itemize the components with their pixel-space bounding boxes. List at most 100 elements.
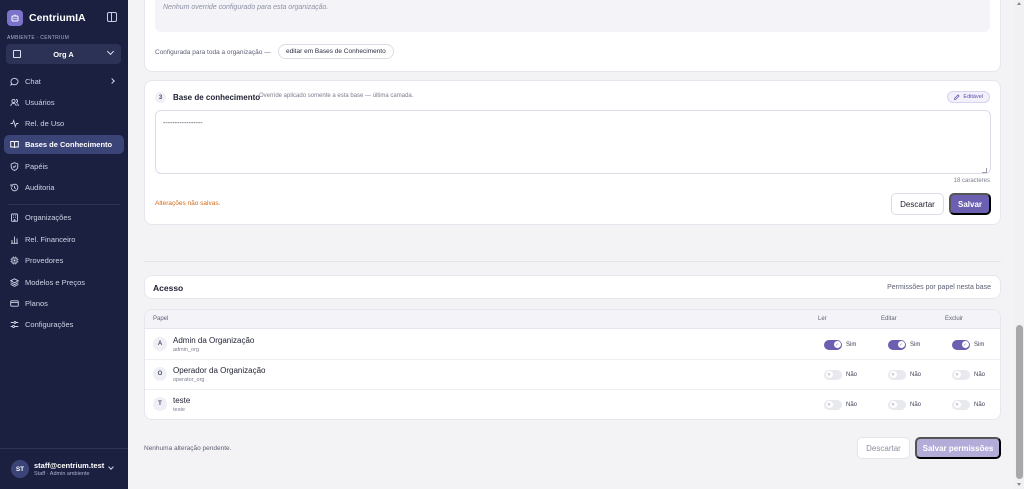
column-header-role: Papel — [153, 316, 169, 322]
delete-permission: ✕ Não — [952, 399, 985, 410]
check-icon: ✓ — [961, 341, 969, 348]
sidebar-item-label: Configurações — [25, 320, 74, 329]
org-selector[interactable]: Org A — [6, 44, 121, 64]
table-row: O Operador da Organização operator_org ✕… — [145, 360, 1000, 390]
chat-icon — [10, 77, 19, 86]
column-header-delete: Excluir — [945, 316, 964, 322]
sliders-icon — [10, 320, 19, 329]
role-code: operator_org — [173, 377, 205, 383]
permissions-table: Papel Ler Editar Excluir A Admin da Orga… — [144, 309, 1001, 420]
org-override-card: Nenhum override configurado para esta or… — [144, 0, 1001, 72]
check-icon: ✓ — [897, 341, 905, 348]
role-name: teste — [173, 396, 191, 405]
role-name: Operador da Organização — [173, 366, 266, 375]
delete-permission: ✕ Não — [952, 369, 985, 380]
sidebar-collapse-icon[interactable] — [107, 12, 117, 22]
edit-knowledge-bases-link[interactable]: editar em Bases de Conhecimento — [278, 44, 394, 59]
book-icon — [10, 140, 19, 149]
avatar: ST — [11, 460, 29, 478]
table-row: T teste teste ✕ Não ✕ Não ✕ Não — [145, 390, 1000, 419]
char-count: 18 caracteres — [953, 178, 990, 184]
discard-permissions-button[interactable]: Descartar — [857, 437, 910, 459]
read-permission: ✕ Não — [824, 369, 857, 380]
credit-card-icon — [10, 299, 19, 308]
read-toggle[interactable]: ✕ — [824, 399, 842, 410]
users-icon — [10, 98, 19, 107]
edit-toggle-label: Sim — [910, 341, 921, 348]
save-permissions-button[interactable]: Salvar permissões — [915, 437, 1001, 459]
column-header-read: Ler — [818, 316, 827, 322]
read-toggle[interactable]: ✓ — [824, 339, 842, 350]
org-selector-value: Org A — [53, 49, 74, 59]
sidebar-item-financial-report[interactable]: Rel. Financeiro — [4, 230, 124, 249]
x-icon: ✕ — [889, 371, 897, 378]
page-scrollbar[interactable] — [1015, 0, 1024, 489]
role-code: teste — [173, 407, 185, 413]
column-header-edit: Editar — [881, 316, 897, 322]
read-toggle[interactable]: ✕ — [824, 369, 842, 380]
edit-toggle-label: Não — [910, 401, 922, 408]
scrollbar-thumb[interactable] — [1016, 325, 1023, 479]
sidebar-item-label: Papéis — [25, 162, 48, 171]
scroll-up-arrow-icon[interactable] — [1017, 2, 1021, 5]
delete-permission: ✓ Sim — [952, 339, 984, 350]
edit-toggle[interactable]: ✕ — [888, 369, 906, 380]
org-configured-text: Configurada para toda a organização — — [155, 49, 271, 56]
scroll-down-arrow-icon[interactable] — [1017, 483, 1021, 486]
user-role: Staff · Admin ambiente — [34, 471, 90, 477]
building-icon — [13, 50, 21, 58]
sidebar-item-plans[interactable]: Planos — [4, 294, 124, 313]
sidebar-item-label: Planos — [25, 299, 48, 308]
sidebar-item-label: Auditoria — [25, 183, 55, 192]
role-code: admin_org — [173, 347, 199, 353]
sidebar-item-organizations[interactable]: Organizações — [4, 208, 124, 227]
pending-changes-text: Nenhuma alteração pendente. — [144, 445, 232, 452]
kb-override-textarea[interactable]: ----------------- — [155, 110, 991, 174]
delete-toggle[interactable]: ✕ — [952, 369, 970, 380]
sidebar-item-chat[interactable]: Chat — [4, 72, 124, 91]
read-toggle-label: Não — [846, 401, 858, 408]
edit-toggle[interactable]: ✓ — [888, 339, 906, 350]
delete-toggle-label: Não — [974, 371, 986, 378]
org-override-empty-text: Nenhum override configurado para esta or… — [163, 4, 329, 11]
sidebar: CentriumIA AMBIENTE · CENTRIUM Org A Cha… — [0, 0, 128, 489]
sidebar-item-providers[interactable]: Provedores — [4, 251, 124, 270]
role-avatar: A — [153, 337, 167, 351]
check-icon: ✓ — [833, 341, 841, 348]
sidebar-item-roles[interactable]: Papéis — [4, 157, 124, 176]
editable-badge: Editável — [947, 91, 990, 103]
sidebar-item-usage-report[interactable]: Rel. de Uso — [4, 114, 124, 133]
chevron-down-icon — [108, 464, 114, 470]
table-header: Papel Ler Editar Excluir — [145, 310, 1000, 329]
user-email: staff@centrium.test — [34, 461, 105, 470]
delete-toggle[interactable]: ✕ — [952, 399, 970, 410]
read-toggle-label: Sim — [846, 341, 857, 348]
sidebar-item-label: Provedores — [25, 256, 64, 265]
save-button[interactable]: Salvar — [949, 193, 991, 215]
kb-override-card: 3 Base de conhecimento Override aplicado… — [144, 80, 1001, 225]
sidebar-item-models-pricing[interactable]: Modelos e Preços — [4, 273, 124, 292]
edit-permission: ✓ Sim — [888, 339, 920, 350]
read-permission: ✓ Sim — [824, 339, 856, 350]
org-override-box: Nenhum override configurado para esta or… — [155, 0, 990, 32]
read-permission: ✕ Não — [824, 399, 857, 410]
discard-button[interactable]: Descartar — [891, 193, 944, 215]
unsaved-changes-text: Alterações não salvas. — [155, 200, 221, 207]
sidebar-item-label: Rel. de Uso — [25, 119, 65, 128]
sidebar-item-users[interactable]: Usuários — [4, 93, 124, 112]
edit-toggle[interactable]: ✕ — [888, 399, 906, 410]
role-avatar: O — [153, 367, 167, 381]
brand: CentriumIA — [7, 9, 121, 26]
sidebar-item-settings[interactable]: Configurações — [4, 315, 124, 334]
bar-chart-icon — [10, 235, 19, 244]
delete-toggle[interactable]: ✓ — [952, 339, 970, 350]
table-row: A Admin da Organização admin_org ✓ Sim ✓… — [145, 330, 1000, 360]
resize-handle-icon[interactable] — [982, 168, 987, 173]
step-number: 3 — [155, 92, 166, 103]
sidebar-item-label: Bases de Conhecimento — [25, 140, 113, 149]
sidebar-item-audit[interactable]: Auditoria — [4, 178, 124, 197]
x-icon: ✕ — [889, 401, 897, 408]
sidebar-item-knowledge-bases[interactable]: Bases de Conhecimento — [4, 135, 124, 154]
user-menu[interactable]: ST staff@centrium.test Staff · Admin amb… — [0, 448, 128, 489]
x-icon: ✕ — [953, 401, 961, 408]
